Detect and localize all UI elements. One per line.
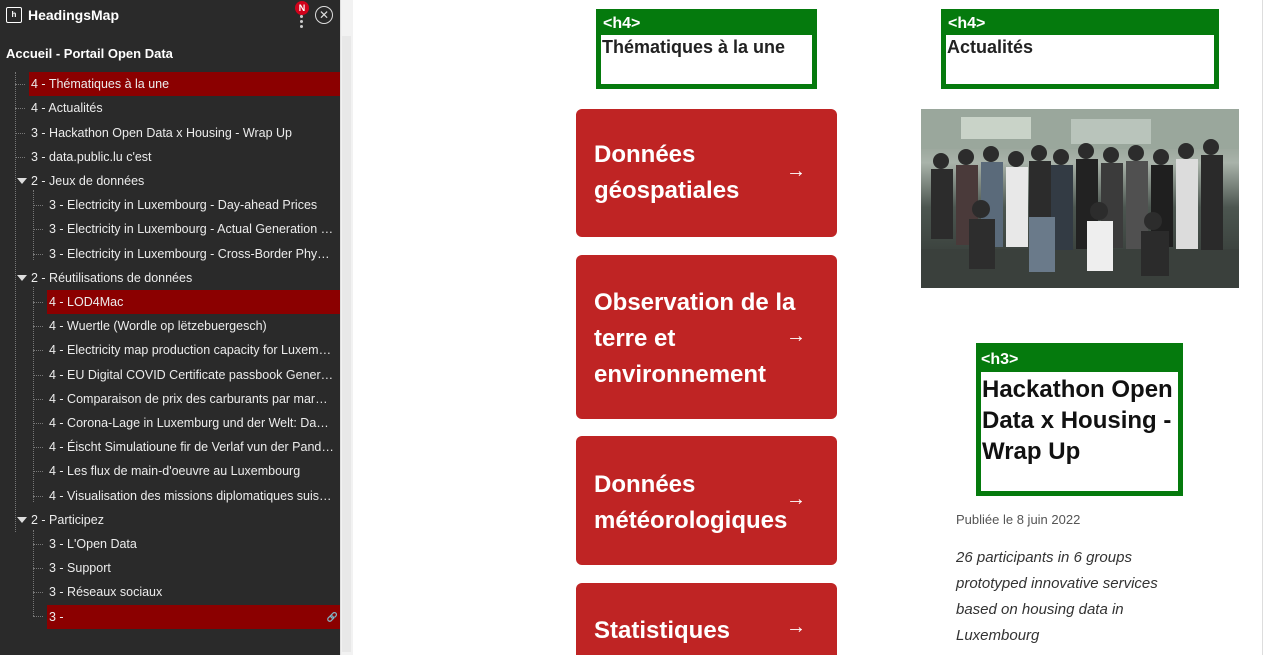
tree-item-label: 4 - Les flux de main-d'oeuvre au Luxembo…: [49, 464, 301, 478]
tree-item-reutilisations[interactable]: 2 - Réutilisations de données: [31, 266, 336, 290]
actualites-heading-box: <h4> Actualités: [941, 9, 1219, 89]
tree-item-label: 4 - Comparaison de prix des carburants p…: [49, 392, 334, 406]
tree-item-label: 3 - L'Open Data: [49, 537, 137, 551]
tree-item-label: 4 - Corona-Lage in Luxemburg und der Wel…: [49, 416, 334, 430]
tree-item-label: 3 - Electricity in Luxembourg - Cross-Bo…: [49, 247, 334, 261]
tree-item-reuse[interactable]: 4 - Electricity map production capacity …: [49, 338, 334, 362]
tree-item-label: 3 -: [49, 610, 64, 624]
tree-item-data-public[interactable]: 3 - data.public.lu c'est: [31, 145, 336, 169]
card-label: Données géospatiales: [594, 141, 740, 204]
collapse-caret-icon[interactable]: [17, 517, 27, 523]
tree-item-lod4mac[interactable]: 4 - LOD4Mac: [47, 290, 342, 314]
tree-item-label: 3 - Electricity in Luxembourg - Actual G…: [49, 222, 334, 236]
arrow-right-icon: →: [786, 160, 806, 182]
notification-badge[interactable]: N: [295, 1, 309, 15]
tree-item-dataset[interactable]: 3 - Electricity in Luxembourg - Day-ahea…: [49, 193, 334, 217]
tree-item-label: 4 - Visualisation des missions diplomati…: [49, 489, 334, 503]
card-label: Données météorologiques: [594, 471, 788, 534]
actualites-heading: Actualités: [947, 37, 1034, 57]
tree-item-label: 4 - Éischt Simulatioune fir de Verlaf vu…: [49, 440, 334, 454]
panel-header: h HeadingsMap N ✕: [0, 0, 340, 32]
publication-date: Publiée le 8 juin 2022: [956, 512, 1081, 527]
tree-item-hackathon[interactable]: 3 - Hackathon Open Data x Housing - Wrap…: [31, 121, 336, 145]
tree-item-label: 4 - EU Digital COVID Certificate passboo…: [49, 368, 334, 382]
card-donnees-meteorologiques[interactable]: Données météorologiques →: [576, 436, 837, 565]
tree-item-label: 3 - Réseaux sociaux: [49, 585, 163, 599]
tree-item-label: 4 - Thématiques à la une: [31, 77, 170, 91]
tree-item-reuse[interactable]: 4 - Corona-Lage in Luxemburg und der Wel…: [49, 411, 334, 435]
card-label: Statistiques: [594, 617, 731, 644]
tree-item-reuse[interactable]: 4 - EU Digital COVID Certificate passboo…: [49, 363, 334, 387]
tree-item-label: 3 - Support: [49, 561, 111, 575]
h4-tag: <h4>: [601, 14, 812, 35]
tree-item-label: 3 - Hackathon Open Data x Housing - Wrap…: [31, 126, 293, 140]
tree-item-support[interactable]: 3 - Support: [49, 556, 334, 580]
collapse-caret-icon[interactable]: [17, 275, 27, 281]
tree-item-label: 2 - Réutilisations de données: [31, 271, 193, 285]
tree-item-actualites[interactable]: 4 - Actualités: [31, 96, 336, 120]
tree-item-thematiques[interactable]: 4 - Thématiques à la une: [29, 72, 342, 96]
tree-item-label: 3 - Electricity in Luxembourg - Day-ahea…: [49, 198, 318, 212]
card-statistiques[interactable]: Statistiques →: [576, 583, 837, 655]
hackathon-heading-box: <h3> Hackathon Open Data x Housing - Wra…: [976, 343, 1183, 496]
tree-item-label: 4 - Electricity map production capacity …: [49, 343, 334, 357]
tree-item-reseaux-sociaux[interactable]: 3 - Réseaux sociaux: [49, 580, 334, 604]
card-donnees-geospatiales[interactable]: Données géospatiales →: [576, 109, 837, 237]
arrow-right-icon: →: [786, 488, 806, 510]
tree-item-label: 2 - Jeux de données: [31, 174, 145, 188]
tree-item-open-data[interactable]: 3 - L'Open Data: [49, 532, 334, 556]
tree-item-label: 4 - Wuertle (Wordle op lëtzebuergesch): [49, 319, 267, 333]
tree-item-empty-h3[interactable]: 3 - 🔗: [47, 605, 342, 629]
h4-tag: <h4>: [946, 14, 1214, 35]
arrow-right-icon: →: [786, 325, 806, 347]
card-observation-terre[interactable]: Observation de la terre et environnement…: [576, 255, 837, 419]
hackathon-heading[interactable]: Hackathon Open Data x Housing - Wrap Up: [981, 372, 1178, 469]
h3-tag: <h3>: [981, 348, 1178, 372]
tree-item-label: 4 - Actualités: [31, 101, 103, 115]
thematiques-heading-box: <h4> Thématiques à la une: [596, 9, 817, 89]
tree-item-reuse[interactable]: 4 - Comparaison de prix des carburants p…: [49, 387, 334, 411]
card-label: Observation de la terre et environnement: [594, 289, 796, 388]
collapse-caret-icon[interactable]: [17, 178, 27, 184]
tree-item-dataset[interactable]: 3 - Electricity in Luxembourg - Actual G…: [49, 217, 334, 241]
link-icon[interactable]: 🔗: [327, 605, 338, 629]
tree-item-participez[interactable]: 2 - Participez: [31, 508, 336, 532]
more-options-icon[interactable]: [300, 15, 304, 29]
tree-item-reuse[interactable]: 4 - Éischt Simulatioune fir de Verlaf vu…: [49, 435, 334, 459]
hackathon-group-photo[interactable]: [921, 109, 1239, 288]
headingsmap-panel: h HeadingsMap N ✕ Accueil - Portail Open…: [0, 0, 342, 655]
app-title: HeadingsMap: [28, 7, 120, 23]
thematiques-heading: Thématiques à la une: [602, 37, 786, 57]
arrow-right-icon: →: [786, 616, 806, 638]
tree-item-reuse[interactable]: 4 - Les flux de main-d'oeuvre au Luxembo…: [49, 459, 334, 483]
tree-item-jeux-de-donnees[interactable]: 2 - Jeux de données: [31, 169, 336, 193]
tree-item-dataset[interactable]: 3 - Electricity in Luxembourg - Cross-Bo…: [49, 242, 334, 266]
news-description: 26 participants in 6 groups prototyped i…: [956, 549, 1158, 644]
close-icon[interactable]: ✕: [315, 6, 333, 24]
tree-item-label: 4 - LOD4Mac: [49, 295, 124, 309]
tree-item-label: 3 - data.public.lu c'est: [31, 150, 152, 164]
tree-item-label: 2 - Participez: [31, 513, 104, 527]
document-title: Accueil - Portail Open Data: [6, 46, 173, 61]
tree-item-reuse[interactable]: 4 - Visualisation des missions diplomati…: [49, 484, 334, 508]
tree-item-reuse[interactable]: 4 - Wuertle (Wordle op lëtzebuergesch): [49, 314, 334, 338]
page-edge-divider: [1262, 0, 1263, 655]
headingsmap-logo-icon: h: [6, 7, 22, 23]
panel-scrollbar[interactable]: [340, 0, 353, 655]
